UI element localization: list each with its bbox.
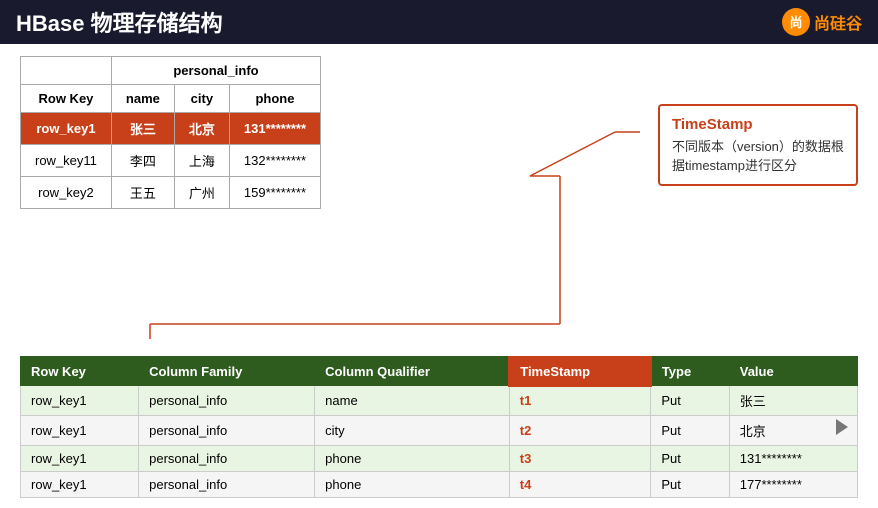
logical-city: 广州 — [174, 177, 229, 209]
ph-type-val: Put — [651, 446, 729, 472]
logical-phone: 159******** — [229, 177, 320, 209]
logo: 尚 尚硅谷 — [782, 8, 862, 36]
physical-table-row: row_key1 personal_info phone t4 Put 177*… — [21, 472, 858, 498]
logical-name: 王五 — [111, 177, 174, 209]
ph-type-val: Put — [651, 472, 729, 498]
logical-city: 上海 — [174, 145, 229, 177]
ph-type-val: Put — [651, 416, 729, 446]
ph-value-val: 177******** — [729, 472, 857, 498]
ph-col-type: Type — [651, 357, 729, 386]
ph-timestamp-val: t2 — [509, 416, 651, 446]
ph-row-key: row_key1 — [21, 386, 139, 416]
header: HBase 物理存储结构 尚 尚硅谷 — [0, 0, 878, 44]
col-rowkey: Row Key — [21, 85, 112, 113]
ph-col-family-val: personal_info — [139, 386, 315, 416]
scroll-arrow — [836, 419, 848, 435]
timestamp-description: 不同版本（version）的数据根据timestamp进行区分 — [672, 137, 844, 176]
ph-col-qualifier-val: city — [315, 416, 510, 446]
ph-type-val: Put — [651, 386, 729, 416]
logical-phone: 131******** — [229, 113, 320, 145]
logical-row-key: row_key11 — [21, 145, 112, 177]
ph-col-rowkey: Row Key — [21, 357, 139, 386]
page-title: HBase 物理存储结构 — [16, 6, 223, 38]
ph-timestamp-val: t1 — [509, 386, 651, 416]
physical-table: Row Key Column Family Column Qualifier T… — [20, 356, 858, 499]
ph-col-value: Value — [729, 357, 857, 386]
logical-table-wrapper: personal_info Row Key name city phone ro… — [20, 56, 321, 209]
logo-icon: 尚 — [782, 8, 810, 36]
logical-name: 李四 — [111, 145, 174, 177]
logical-city: 北京 — [174, 113, 229, 145]
personal-info-header-row: personal_info — [21, 57, 321, 85]
logo-text: 尚硅谷 — [814, 10, 862, 34]
ph-col-qualifier-val: name — [315, 386, 510, 416]
col-header-row: Row Key name city phone — [21, 85, 321, 113]
physical-table-row: row_key1 personal_info name t1 Put 张三 — [21, 386, 858, 416]
ph-col-family: Column Family — [139, 357, 315, 386]
logical-row-key: row_key1 — [21, 113, 112, 145]
timestamp-title: TimeStamp — [672, 114, 844, 137]
logical-table-row: row_key1 张三 北京 131******** — [21, 113, 321, 145]
logical-table-row: row_key11 李四 上海 132******** — [21, 145, 321, 177]
ph-col-qualifier: Column Qualifier — [315, 357, 510, 386]
ph-col-timestamp: TimeStamp — [509, 357, 651, 386]
col-phone: phone — [229, 85, 320, 113]
main-content: TimeStamp 不同版本（version）的数据根据timestamp进行区… — [0, 44, 878, 508]
ph-timestamp-val: t3 — [509, 446, 651, 472]
ph-col-qualifier-val: phone — [315, 472, 510, 498]
ph-col-family-val: personal_info — [139, 472, 315, 498]
ph-col-family-val: personal_info — [139, 446, 315, 472]
col-city: city — [174, 85, 229, 113]
ph-row-key: row_key1 — [21, 472, 139, 498]
ph-row-key: row_key1 — [21, 416, 139, 446]
logical-table: personal_info Row Key name city phone ro… — [20, 56, 321, 209]
ph-col-family-val: personal_info — [139, 416, 315, 446]
ph-timestamp-val: t4 — [509, 472, 651, 498]
ph-row-key: row_key1 — [21, 446, 139, 472]
ph-col-qualifier-val: phone — [315, 446, 510, 472]
col-name: name — [111, 85, 174, 113]
physical-table-row: row_key1 personal_info city t2 Put 北京 — [21, 416, 858, 446]
logical-row-key: row_key2 — [21, 177, 112, 209]
physical-table-header: Row Key Column Family Column Qualifier T… — [21, 357, 858, 386]
timestamp-callout: TimeStamp 不同版本（version）的数据根据timestamp进行区… — [658, 104, 858, 186]
physical-table-row: row_key1 personal_info phone t3 Put 131*… — [21, 446, 858, 472]
empty-header — [21, 57, 112, 85]
physical-table-wrapper: Row Key Column Family Column Qualifier T… — [20, 356, 858, 499]
logical-table-row: row_key2 王五 广州 159******** — [21, 177, 321, 209]
ph-value-val: 张三 — [729, 386, 857, 416]
svg-text:尚: 尚 — [789, 15, 802, 30]
logical-name: 张三 — [111, 113, 174, 145]
personal-info-header: personal_info — [111, 57, 320, 85]
logical-phone: 132******** — [229, 145, 320, 177]
ph-value-val: 131******** — [729, 446, 857, 472]
